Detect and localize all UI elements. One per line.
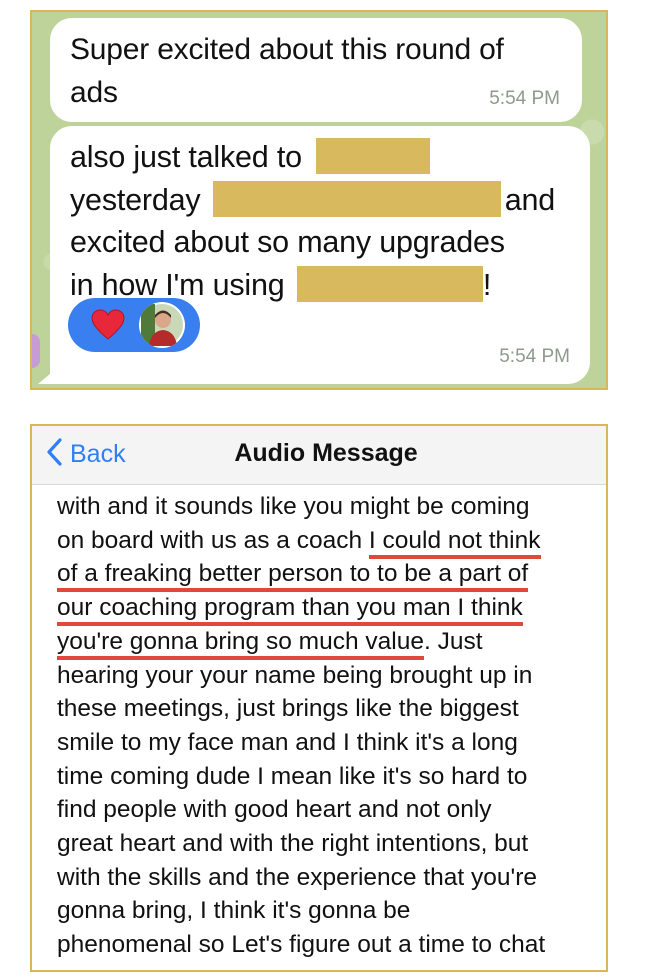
message-line: yesterday	[70, 182, 201, 217]
transcript-line: you're gonna bring so much value. Just	[57, 625, 587, 660]
transcript-segment: on board with us as a coach	[57, 526, 369, 554]
highlighted-segment: our coaching program than you man I thin…	[57, 594, 523, 627]
transcript-line: smile to my face man and I think it's a …	[57, 728, 518, 756]
side-indicator	[32, 334, 40, 368]
message-line: ads	[70, 76, 118, 109]
reactions-pill[interactable]	[68, 298, 200, 352]
transcript-line: with and it sounds like you might be com…	[57, 493, 530, 520]
audio-message-screen: Back Audio Message with and it sounds li…	[30, 424, 608, 972]
transcript-segment: . Just	[423, 627, 483, 655]
highlighted-segment: of a freaking better person to to be a p…	[57, 560, 529, 593]
transcript-line: of a freaking better person to to be a p…	[57, 557, 587, 593]
message-line: !	[482, 267, 492, 302]
transcript-line: these meetings, just brings like the big…	[57, 695, 519, 723]
transcript-line: gonna bring, I think it's gonna be	[57, 897, 411, 925]
transcript-line: find people with good heart and not only	[57, 796, 492, 824]
transcript-line: on board with us as a coach I could not …	[57, 524, 587, 559]
transcript-line: with the skills and the experience that …	[57, 863, 537, 891]
avatar	[139, 302, 185, 348]
message-timestamp: 5:54 PM	[489, 88, 560, 109]
message-bubble[interactable]: also just talked to yesterday and excite…	[50, 126, 590, 384]
message-line: Super excited about this round of	[70, 33, 504, 66]
transcript-line: hearing your your name being brought up …	[57, 661, 533, 689]
transcript-line: great heart and with the right intention…	[57, 830, 529, 858]
message-line: in how I'm using	[70, 267, 285, 302]
redaction-box	[296, 265, 483, 302]
navigation-bar: Back Audio Message	[32, 426, 606, 485]
redaction-box	[212, 180, 501, 217]
highlighted-segment: you're gonna bring so much value	[57, 627, 424, 660]
message-text: Super excited about this round of ads	[70, 28, 504, 114]
transcript-line: time coming dude I mean like it's so har…	[57, 762, 528, 790]
chat-screenshot: Super excited about this round of ads 5:…	[30, 10, 608, 390]
message-timestamp: 5:54 PM	[499, 346, 570, 367]
heart-icon	[91, 308, 125, 342]
message-text: also just talked to yesterday and excite…	[70, 136, 555, 306]
message-line: also just talked to	[70, 140, 302, 174]
message-bubble[interactable]: Super excited about this round of ads 5:…	[50, 18, 582, 122]
redaction-box	[316, 138, 431, 174]
message-line: excited about so many upgrades	[70, 225, 505, 259]
message-line: and	[504, 182, 556, 217]
transcript-line: phenomenal so Let's figure out a time to…	[57, 931, 546, 959]
transcript-line: our coaching program than you man I thin…	[57, 591, 587, 627]
transcript-text: with and it sounds like you might be com…	[57, 490, 587, 962]
highlighted-segment: I could not think	[368, 526, 541, 559]
page-title: Audio Message	[234, 439, 418, 467]
